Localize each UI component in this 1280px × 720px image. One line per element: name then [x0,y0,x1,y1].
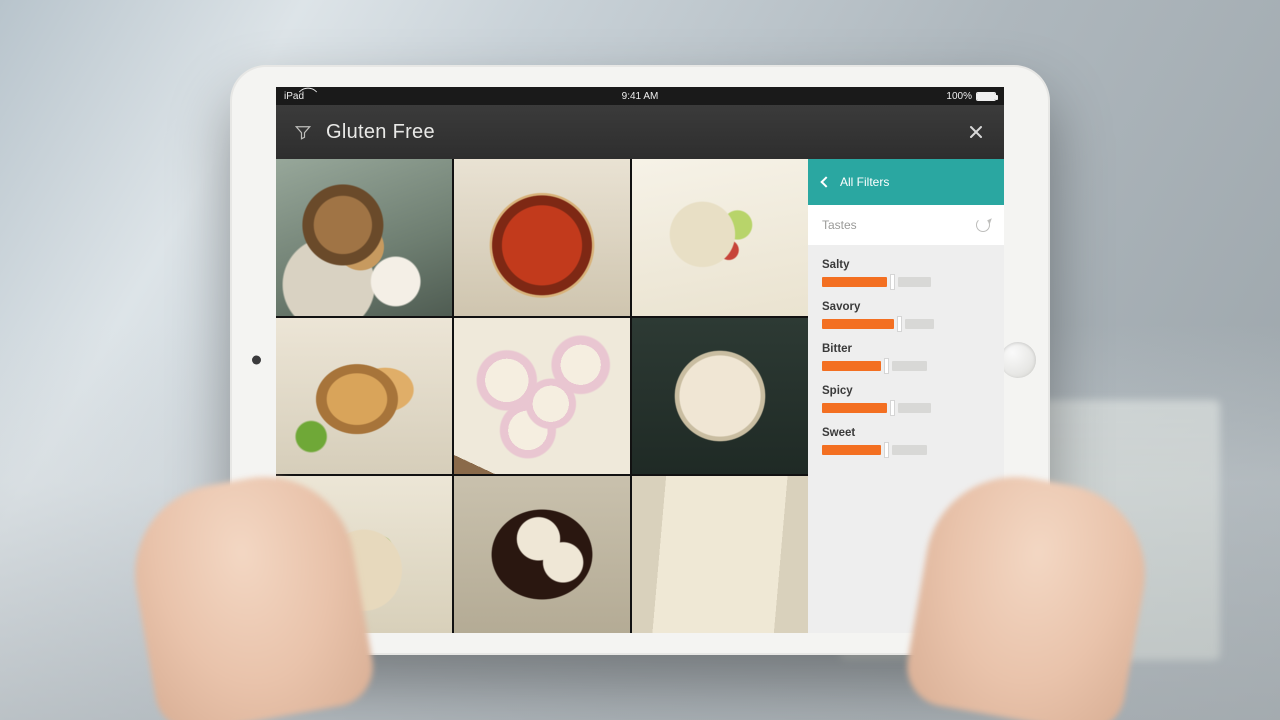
close-button[interactable] [966,122,986,142]
slider-rest [905,319,934,329]
tablet-home-button[interactable] [1000,342,1036,378]
slider-label: Sweet [822,427,990,439]
funnel-icon[interactable] [294,123,312,141]
slider-knob[interactable] [891,401,894,415]
recipe-tile[interactable] [454,476,630,633]
recipe-tile[interactable] [632,318,808,475]
slider-knob[interactable] [885,443,888,457]
recipe-tile[interactable] [276,159,452,316]
slider-fill [822,403,887,413]
recipe-tile[interactable] [632,476,808,633]
slider-track[interactable] [822,275,990,289]
page-title: Gluten Free [326,121,435,144]
screen: iPad 9:41 AM 100% Gluten Free [276,87,1004,633]
status-bar: iPad 9:41 AM 100% [276,87,1004,105]
slider-fill [822,319,894,329]
slider-label: Bitter [822,343,990,355]
recipe-grid [276,159,808,633]
slider-label: Salty [822,259,990,271]
slider-fill [822,445,881,455]
filter-section-label: Tastes [822,218,857,232]
slider-knob[interactable] [898,317,901,331]
slider-track[interactable] [822,443,990,457]
slider-rest [892,445,928,455]
status-battery-pct: 100% [946,91,972,102]
chevron-left-icon [820,176,831,187]
taste-slider[interactable]: Spicy [822,385,990,415]
slider-fill [822,277,887,287]
slider-rest [892,361,928,371]
slider-track[interactable] [822,359,990,373]
recipe-tile[interactable] [454,318,630,475]
slider-track[interactable] [822,317,990,331]
reset-icon[interactable] [976,218,990,232]
slider-knob[interactable] [891,275,894,289]
slider-rest [898,277,931,287]
slider-fill [822,361,881,371]
slider-label: Spicy [822,385,990,397]
taste-slider[interactable]: Bitter [822,343,990,373]
battery-icon [976,92,996,101]
app-body: All Filters Tastes Salty Savory Bitter Spic… [276,159,1004,633]
wifi-icon [308,92,320,101]
taste-slider[interactable]: Sweet [822,427,990,457]
recipe-tile[interactable] [276,318,452,475]
status-time: 9:41 AM [622,91,659,102]
back-all-filters[interactable]: All Filters [808,159,1004,205]
app-header: Gluten Free [276,105,1004,159]
slider-knob[interactable] [885,359,888,373]
taste-slider[interactable]: Savory [822,301,990,331]
recipe-tile[interactable] [632,159,808,316]
back-label: All Filters [840,175,889,189]
slider-track[interactable] [822,401,990,415]
background-photo: iPad 9:41 AM 100% Gluten Free [0,0,1280,720]
taste-slider[interactable]: Salty [822,259,990,289]
filter-section-header: Tastes [808,205,1004,245]
slider-label: Savory [822,301,990,313]
slider-rest [898,403,931,413]
taste-sliders: Salty Savory Bitter Spicy Sweet [808,245,1004,457]
tablet-camera [252,356,261,365]
recipe-tile[interactable] [454,159,630,316]
